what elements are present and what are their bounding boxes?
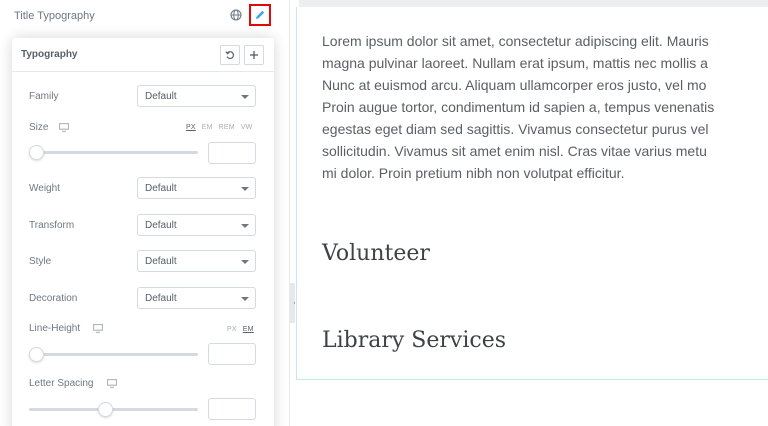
title-typography-label: Title Typography: [14, 10, 95, 22]
paragraph-line: sollicitudin. Vivamus sit amet enim nisl…: [322, 143, 707, 159]
transform-select[interactable]: Default: [137, 214, 256, 236]
paragraph-text: Lorem ipsum dolor sit amet, consectetur …: [322, 30, 768, 184]
weight-label: Weight: [29, 183, 60, 194]
size-slider[interactable]: [29, 145, 198, 160]
paragraph-line: mi dolor. Proin pretium nibh non volutpa…: [322, 165, 625, 181]
decoration-value: Default: [145, 293, 177, 304]
unit-px[interactable]: PX: [186, 124, 196, 131]
family-label: Family: [29, 91, 59, 102]
size-input[interactable]: [208, 142, 256, 164]
desktop-icon: [93, 324, 103, 333]
popover-title: Typography: [21, 49, 78, 60]
letter-spacing-slider-thumb[interactable]: [98, 402, 114, 417]
paragraph-line: egestas eget diam sed sagittis. Vivamus …: [322, 121, 709, 137]
global-settings-button[interactable]: [226, 5, 246, 25]
transform-value: Default: [145, 220, 177, 231]
pencil-icon: [256, 10, 265, 19]
chevron-down-icon: [241, 297, 249, 301]
paragraph-line: Lorem ipsum dolor sit amet, consectetur …: [322, 33, 709, 49]
desktop-icon: [59, 123, 69, 132]
editor-panel: Title Typography Typography Family Defau…: [0, 0, 290, 426]
size-units: PX EM REM VW: [180, 124, 253, 131]
style-label: Style: [29, 256, 52, 267]
typography-popover: Typography Family Default Size PX EM REM…: [12, 38, 274, 426]
decoration-label: Decoration: [29, 293, 78, 304]
style-select[interactable]: Default: [137, 250, 256, 272]
size-slider-thumb[interactable]: [29, 145, 44, 160]
letter-spacing-slider[interactable]: [29, 402, 198, 417]
add-button[interactable]: [244, 45, 264, 65]
transform-label: Transform: [29, 220, 75, 231]
preview-top-strip: [299, 0, 768, 7]
unit-em[interactable]: EM: [202, 124, 213, 131]
chevron-down-icon: [241, 260, 249, 264]
unit-rem[interactable]: REM: [219, 124, 235, 131]
decoration-select[interactable]: Default: [137, 287, 256, 309]
weight-value: Default: [145, 183, 177, 194]
line-height-units: PX EM: [221, 326, 254, 333]
size-label: Size: [29, 122, 49, 133]
family-value: Default: [145, 91, 177, 102]
heading-volunteer[interactable]: Volunteer: [322, 241, 430, 266]
letter-spacing-label: Letter Spacing: [29, 378, 94, 389]
plus-icon: [250, 51, 258, 59]
style-value: Default: [145, 256, 177, 267]
chevron-down-icon: [241, 95, 249, 99]
line-height-slider-thumb[interactable]: [29, 347, 44, 362]
unit-vw[interactable]: VW: [241, 124, 253, 131]
desktop-icon: [107, 379, 117, 388]
preview-section[interactable]: Lorem ipsum dolor sit amet, consectetur …: [296, 7, 768, 380]
line-height-label: Line-Height: [29, 323, 81, 334]
popover-header: Typography: [12, 38, 274, 72]
page-preview: Lorem ipsum dolor sit amet, consectetur …: [295, 0, 768, 426]
family-select[interactable]: Default: [137, 85, 256, 107]
edit-typography-button[interactable]: [249, 4, 271, 26]
reset-button[interactable]: [220, 45, 240, 65]
line-height-input[interactable]: [208, 343, 256, 365]
paragraph-line: magna pulvinar laoreet. Nullam erat ipsu…: [322, 55, 708, 71]
letter-spacing-input[interactable]: [208, 398, 256, 420]
paragraph-line: Proin augue tortor, condimentum id sapie…: [322, 99, 715, 115]
heading-library-services[interactable]: Library Services: [322, 328, 506, 353]
globe-icon: [230, 9, 242, 21]
title-typography-row: Title Typography: [0, 0, 290, 32]
reset-icon: [225, 51, 235, 60]
paragraph-line: Nunc at euismod arcu. Aliquam ullamcorpe…: [322, 77, 707, 93]
chevron-down-icon: [241, 187, 249, 191]
weight-select[interactable]: Default: [137, 177, 256, 199]
chevron-down-icon: [241, 224, 249, 228]
line-height-slider[interactable]: [29, 347, 198, 362]
unit-em[interactable]: EM: [243, 326, 254, 333]
unit-px[interactable]: PX: [227, 326, 237, 333]
